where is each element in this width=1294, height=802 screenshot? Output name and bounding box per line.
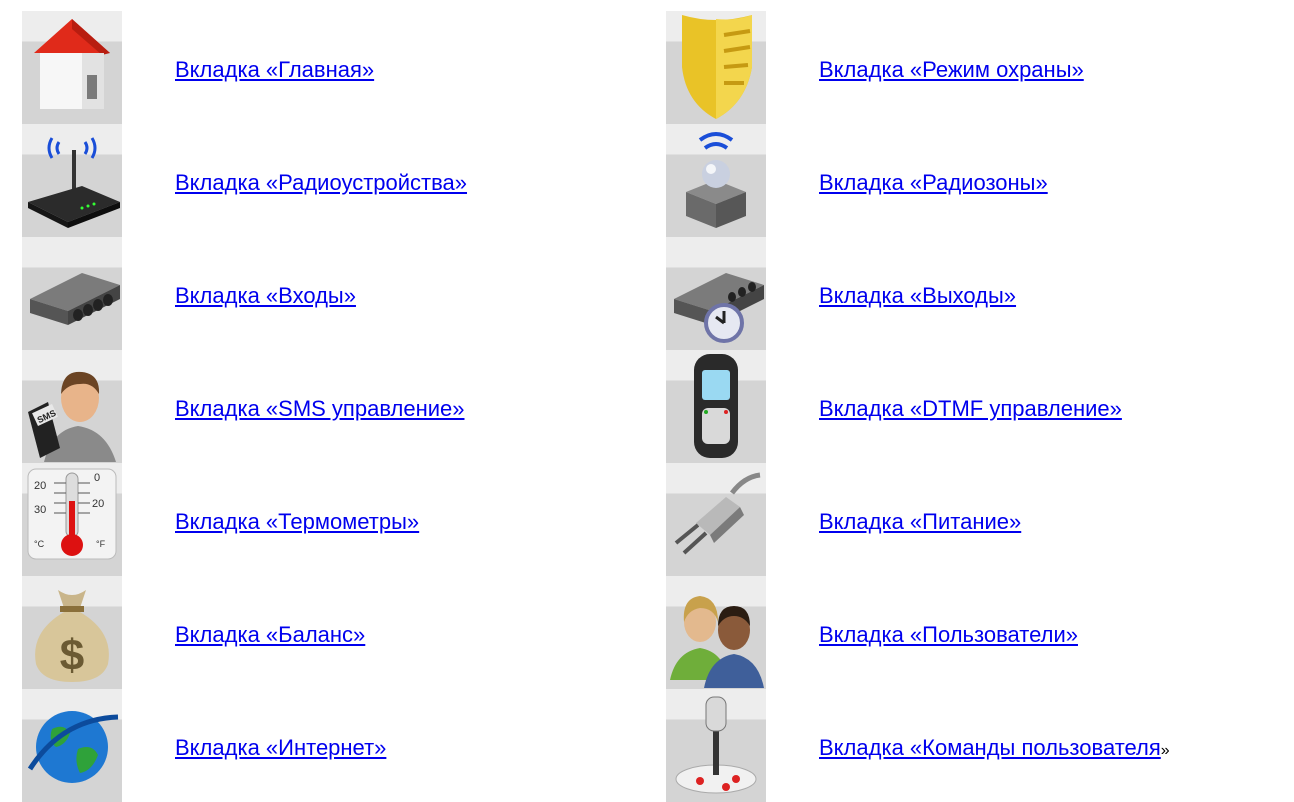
- left-column: Вкладка «Главная» Вкладка «Радиоустройст…: [22, 11, 642, 802]
- house-icon: [22, 11, 122, 124]
- tab-link-power[interactable]: Вкладка «Питание»: [819, 509, 1021, 535]
- tab-link-inputs[interactable]: Вкладка «Входы»: [175, 283, 356, 309]
- list-item: 20 30 0 20 °C °F Вкладка «Термометры»: [22, 463, 642, 576]
- tab-link-sms-control[interactable]: Вкладка «SMS управление»: [175, 396, 464, 422]
- tab-link-radio-devices[interactable]: Вкладка «Радиоустройства»: [175, 170, 467, 196]
- users-icon: [666, 576, 766, 689]
- svg-text:20: 20: [34, 480, 46, 492]
- svg-text:°C: °C: [34, 539, 45, 549]
- mobile-phone-icon: [666, 350, 766, 463]
- output-clock-icon: [666, 237, 766, 350]
- tab-link-thermometers[interactable]: Вкладка «Термометры»: [175, 509, 419, 535]
- tab-link-internet[interactable]: Вкладка «Интернет»: [175, 735, 386, 761]
- list-item: Вкладка «Питание»: [666, 463, 1286, 576]
- list-item: Вкладка «Команды пользователя»: [666, 689, 1286, 802]
- tab-link-main[interactable]: Вкладка «Главная»: [175, 57, 374, 83]
- tab-link-user-commands[interactable]: Вкладка «Команды пользователя: [819, 735, 1161, 760]
- list-item: Вкладка «Пользователи»: [666, 576, 1286, 689]
- list-item: Вкладка «Главная»: [22, 11, 642, 124]
- list-item: Вкладка «Входы»: [22, 237, 642, 350]
- svg-text:0: 0: [94, 472, 100, 484]
- right-column: Вкладка «Режим охраны» Вкладка «Радиозон…: [666, 11, 1286, 802]
- joystick-icon: [666, 689, 766, 802]
- list-item: Вкладка «DTMF управление»: [666, 350, 1286, 463]
- tab-link-radio-zones[interactable]: Вкладка «Радиозоны»: [819, 170, 1048, 196]
- svg-text:20: 20: [92, 498, 104, 510]
- money-bag-icon: $: [22, 576, 122, 689]
- thermometer-icon: 20 30 0 20 °C °F: [22, 463, 122, 576]
- tab-link-user-commands-wrap: Вкладка «Команды пользователя»: [819, 735, 1170, 761]
- tab-link-dtmf-control[interactable]: Вкладка «DTMF управление»: [819, 396, 1122, 422]
- radio-sensor-icon: [666, 124, 766, 237]
- tab-link-grid: Вкладка «Главная» Вкладка «Радиоустройст…: [0, 0, 1294, 802]
- list-item: Вкладка «Радиоустройства»: [22, 124, 642, 237]
- list-item: Вкладка «Выходы»: [666, 237, 1286, 350]
- svg-text:30: 30: [34, 504, 46, 516]
- list-item: $ Вкладка «Баланс»: [22, 576, 642, 689]
- svg-text:°F: °F: [96, 539, 106, 549]
- tab-link-outputs[interactable]: Вкладка «Выходы»: [819, 283, 1016, 309]
- sms-user-icon: SMS: [22, 350, 122, 463]
- list-item: Вкладка «Радиозоны»: [666, 124, 1286, 237]
- tab-link-users[interactable]: Вкладка «Пользователи»: [819, 622, 1078, 648]
- input-block-icon: [22, 237, 122, 350]
- svg-text:$: $: [60, 631, 84, 680]
- list-item: SMS Вкладка «SMS управление»: [22, 350, 642, 463]
- closing-quote: »: [1160, 742, 1170, 759]
- list-item: Вкладка «Режим охраны»: [666, 11, 1286, 124]
- list-item: Вкладка «Интернет»: [22, 689, 642, 802]
- shield-icon: [666, 11, 766, 124]
- tab-link-balance[interactable]: Вкладка «Баланс»: [175, 622, 365, 648]
- router-antenna-icon: [22, 124, 122, 237]
- tab-link-security-mode[interactable]: Вкладка «Режим охраны»: [819, 57, 1084, 83]
- power-plug-icon: [666, 463, 766, 576]
- globe-icon: [22, 689, 122, 802]
